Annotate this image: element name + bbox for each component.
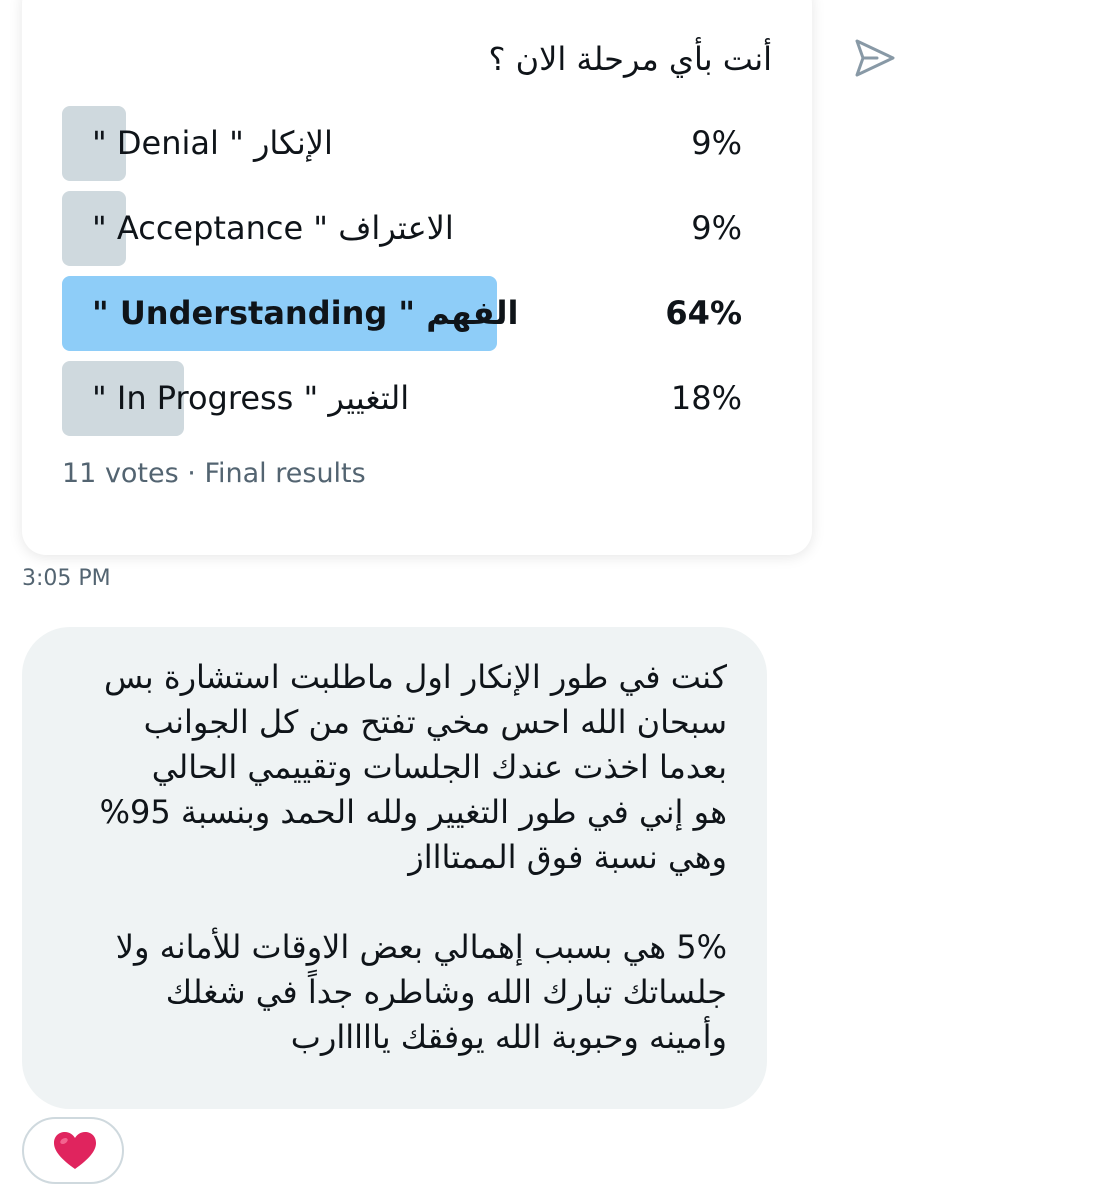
- message-line: 5% هي بسبب إهمالي بعض الاوقات للأمانه ول…: [115, 928, 727, 966]
- message-line: وهي نسبة فوق الممتاااز: [408, 838, 727, 876]
- poll-meta: 11 votes · Final results: [62, 458, 366, 489]
- message-blank-line: [47, 880, 727, 925]
- poll-option-percent: 9%: [691, 124, 742, 162]
- poll-question: أنت بأي مرحلة الان ؟: [488, 40, 772, 78]
- poll-option-label: الاعتراف " Acceptance ": [92, 209, 454, 247]
- heart-icon: [54, 1132, 96, 1169]
- poll-card: أنت بأي مرحلة الان ؟ الإنكار " Denial " …: [22, 0, 812, 555]
- message-line: كنت في طور الإنكار اول ماطلبت استشارة بس: [103, 658, 727, 696]
- message-line: جلساتك تبارك الله وشاطره جداً في شغلك: [165, 973, 727, 1011]
- poll-option-percent: 64%: [665, 294, 742, 332]
- poll-option-percent: 18%: [670, 379, 742, 417]
- message-line: وأمينه وحبوبة الله يوفقك يااااارب: [290, 1018, 727, 1056]
- message-line: سبحان الله احس مخي تفتح من كل الجوانب: [143, 703, 727, 741]
- share-arrow-icon[interactable]: [853, 36, 897, 80]
- poll-option-acceptance: الاعتراف " Acceptance " 9%: [62, 191, 742, 266]
- poll-option-denial: الإنكار " Denial " 9%: [62, 106, 742, 181]
- poll-option-label: الإنكار " Denial ": [92, 124, 333, 162]
- message-text: كنت في طور الإنكار اول ماطلبت استشارة بس…: [47, 655, 727, 1060]
- reaction-button[interactable]: [22, 1117, 124, 1184]
- message-line: بعدما اخذت عندك الجلسات وتقييمي الحالي: [151, 748, 727, 786]
- message-timestamp: 3:05 PM: [22, 566, 111, 591]
- message-line: هو إني في طور التغيير ولله الحمد وبنسبة …: [99, 793, 727, 831]
- poll-option-understanding: الفهم " Understanding " 64%: [62, 276, 742, 351]
- poll-option-in-progress: التغيير " In Progress " 18%: [62, 361, 742, 436]
- message-bubble[interactable]: كنت في طور الإنكار اول ماطلبت استشارة بس…: [22, 627, 767, 1109]
- poll-option-percent: 9%: [691, 209, 742, 247]
- poll-option-label: التغيير " In Progress ": [92, 379, 410, 417]
- poll-option-label: الفهم " Understanding ": [92, 294, 519, 332]
